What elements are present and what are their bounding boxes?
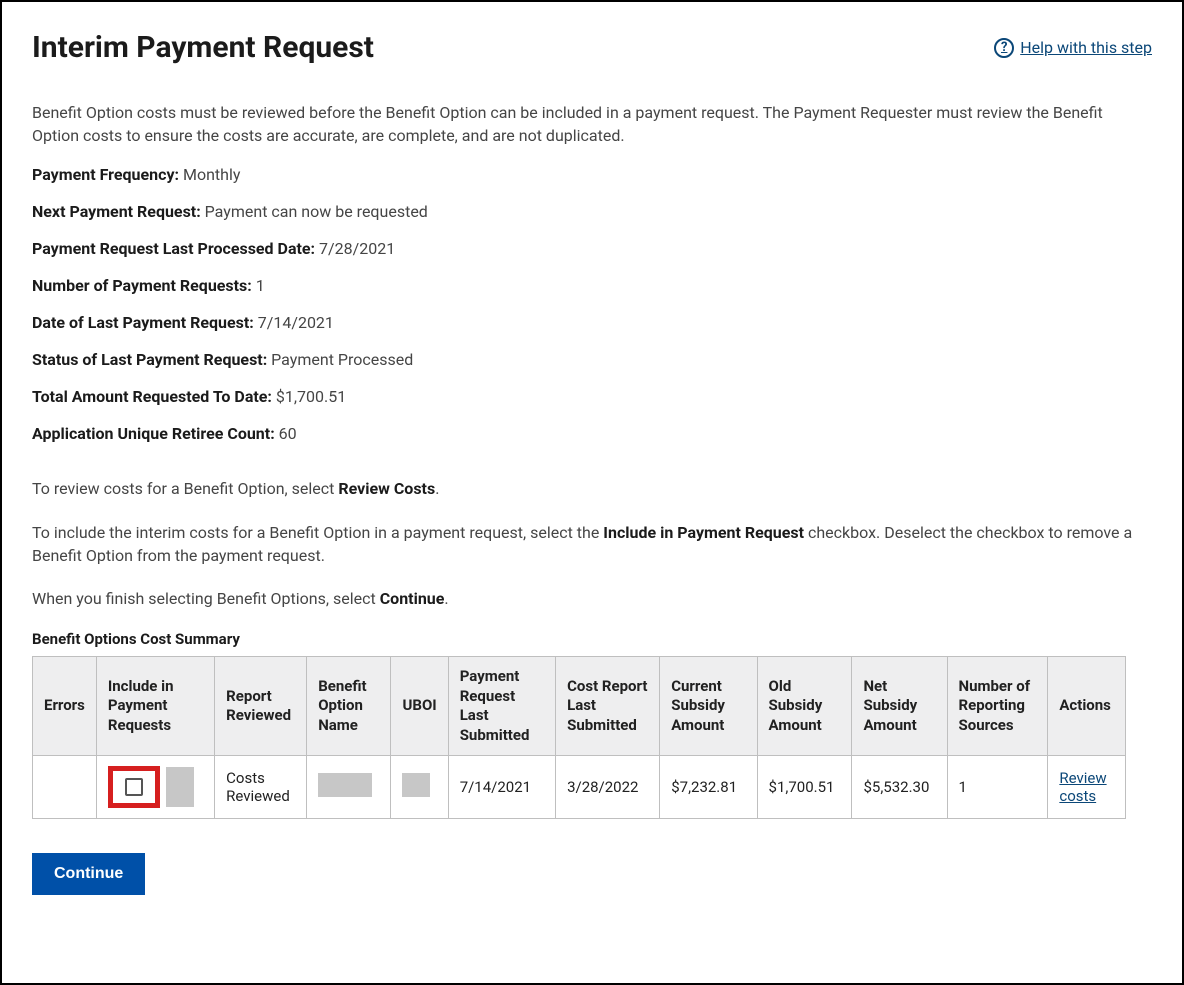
th-benefit-option-name: Benefit Option Name: [307, 657, 391, 756]
instr-text: .: [435, 479, 439, 498]
field-total-requested: Total Amount Requested To Date: $1,700.5…: [32, 387, 1152, 406]
instr-text: To include the interim costs for a Benef…: [32, 523, 603, 542]
field-label: Application Unique Retiree Count:: [32, 424, 275, 443]
cell-errors: [33, 756, 97, 819]
cell-benefit-option-name: [307, 756, 391, 819]
th-net-subsidy: Net Subsidy Amount: [852, 657, 947, 756]
field-status-last-request: Status of Last Payment Request: Payment …: [32, 350, 1152, 369]
field-label: Payment Frequency:: [32, 165, 179, 184]
field-label: Total Amount Requested To Date:: [32, 387, 272, 406]
include-checkbox[interactable]: [125, 778, 143, 796]
field-value: $1,700.51: [272, 387, 346, 406]
redacted-block: [166, 767, 194, 807]
cell-include: [96, 756, 214, 819]
continue-button[interactable]: Continue: [32, 853, 145, 895]
cell-net-subsidy: $5,532.30: [852, 756, 947, 819]
field-label: Next Payment Request:: [32, 202, 201, 221]
instr-bold: Review Costs: [338, 479, 435, 498]
field-retiree-count: Application Unique Retiree Count: 60: [32, 424, 1152, 443]
field-value: Monthly: [179, 165, 240, 184]
field-label: Status of Last Payment Request:: [32, 350, 267, 369]
intro-text: Benefit Option costs must be reviewed be…: [32, 101, 1152, 147]
field-label: Date of Last Payment Request:: [32, 313, 254, 332]
field-value: 60: [275, 424, 297, 443]
review-costs-link[interactable]: Review costs: [1059, 769, 1106, 805]
th-payment-last-submitted: Payment Request Last Submitted: [448, 657, 555, 756]
cell-cost-last-submitted: 3/28/2022: [556, 756, 660, 819]
instr-text: When you finish selecting Benefit Option…: [32, 589, 380, 608]
redacted-block: [318, 773, 372, 797]
field-next-payment-request: Next Payment Request: Payment can now be…: [32, 202, 1152, 221]
th-include: Include in Payment Requests: [96, 657, 214, 756]
instr-bold: Continue: [380, 589, 445, 608]
field-num-payment-requests: Number of Payment Requests: 1: [32, 276, 1152, 295]
th-old-subsidy: Old Subsidy Amount: [757, 657, 852, 756]
instructions: To review costs for a Benefit Option, se…: [32, 477, 1152, 610]
table-header-row: Errors Include in Payment Requests Repor…: [33, 657, 1126, 756]
th-actions: Actions: [1048, 657, 1126, 756]
cell-uboi: [391, 756, 448, 819]
field-label: Payment Request Last Processed Date:: [32, 239, 315, 258]
field-value: 7/14/2021: [254, 313, 334, 332]
page-title: Interim Payment Request: [32, 30, 374, 65]
field-value: Payment can now be requested: [201, 202, 428, 221]
table-title: Benefit Options Cost Summary: [32, 630, 1152, 648]
question-icon: ?: [994, 38, 1014, 58]
benefit-options-table: Errors Include in Payment Requests Repor…: [32, 656, 1126, 819]
field-last-processed-date: Payment Request Last Processed Date: 7/2…: [32, 239, 1152, 258]
cell-num-sources: 1: [947, 756, 1048, 819]
help-link[interactable]: ? Help with this step: [994, 38, 1152, 58]
field-label: Number of Payment Requests:: [32, 276, 252, 295]
field-value: Payment Processed: [267, 350, 413, 369]
th-current-subsidy: Current Subsidy Amount: [660, 657, 757, 756]
table-row: Costs Reviewed 7/14/2021 3/28/2022 $7,23…: [33, 756, 1126, 819]
field-value: 7/28/2021: [315, 239, 395, 258]
cell-current-subsidy: $7,232.81: [660, 756, 757, 819]
field-payment-frequency: Payment Frequency: Monthly: [32, 165, 1152, 184]
th-num-sources: Number of Reporting Sources: [947, 657, 1048, 756]
th-uboi: UBOI: [391, 657, 448, 756]
highlight-box: [108, 766, 160, 808]
th-errors: Errors: [33, 657, 97, 756]
redacted-block: [402, 773, 430, 797]
field-date-last-request: Date of Last Payment Request: 7/14/2021: [32, 313, 1152, 332]
cell-actions: Review costs: [1048, 756, 1126, 819]
cell-old-subsidy: $1,700.51: [757, 756, 852, 819]
help-link-label: Help with this step: [1020, 38, 1152, 57]
th-report-reviewed: Report Reviewed: [215, 657, 307, 756]
th-cost-last-submitted: Cost Report Last Submitted: [556, 657, 660, 756]
cell-report-reviewed: Costs Reviewed: [215, 756, 307, 819]
field-value: 1: [252, 276, 265, 295]
instr-bold: Include in Payment Request: [603, 523, 804, 542]
instr-text: .: [444, 589, 448, 608]
cell-payment-last-submitted: 7/14/2021: [448, 756, 555, 819]
instr-text: To review costs for a Benefit Option, se…: [32, 479, 338, 498]
